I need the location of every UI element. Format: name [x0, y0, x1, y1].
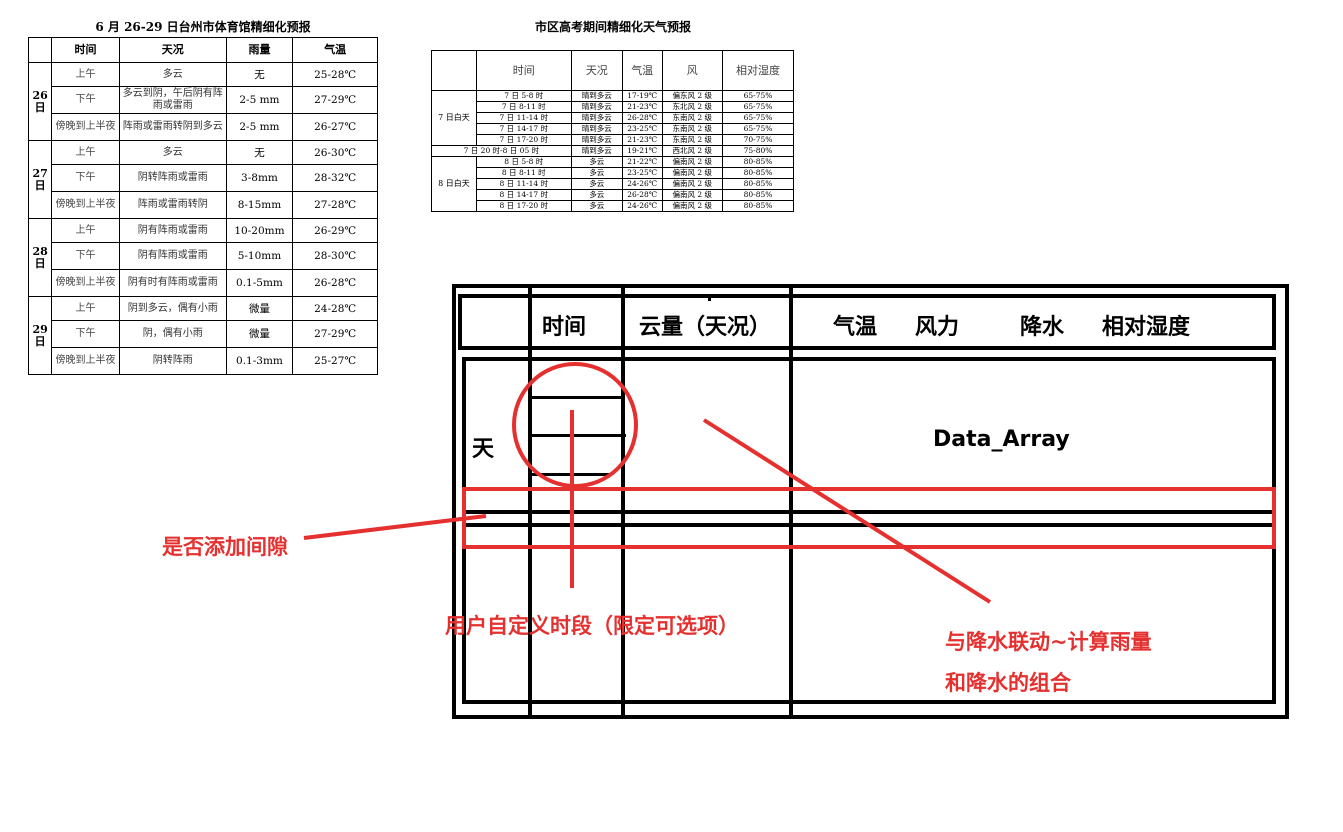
- time-highlight-circle: [512, 362, 638, 488]
- gap-annotation: 是否添加间隙: [162, 535, 288, 559]
- rain-link-annotation-1: 与降水联动~计算雨量: [945, 630, 1152, 654]
- gap-pointer-line: [303, 514, 487, 540]
- gap-highlight-rect: [462, 487, 1276, 549]
- rain-link-pointer-line: [702, 418, 992, 604]
- annotation-overlay: [303, 362, 1276, 604]
- rain-link-annotation-2: 和降水的组合: [945, 671, 1071, 695]
- custom-period-annotation: 用户自定义时段（限定可选项）: [445, 614, 739, 638]
